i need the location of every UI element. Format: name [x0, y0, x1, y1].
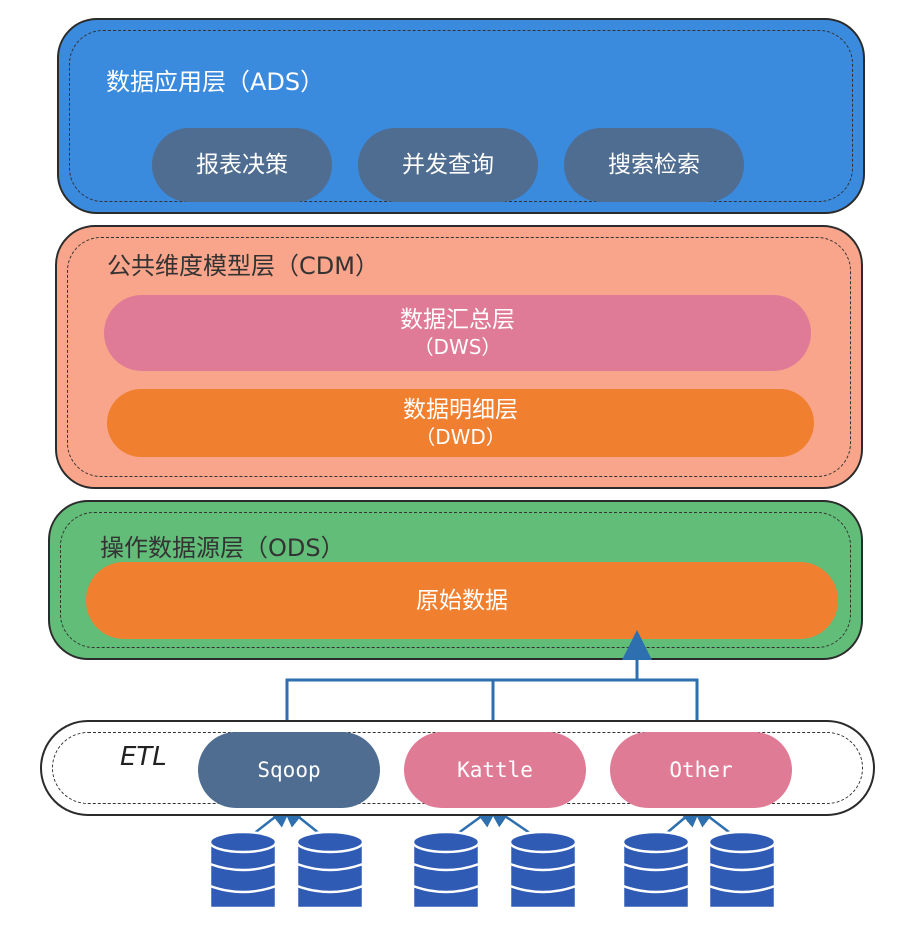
- database-icon: [411, 830, 481, 916]
- database-icon: [707, 830, 777, 916]
- etl-tool-kattle: Kattle: [404, 732, 586, 808]
- etl-layer: ETL Sqoop Kattle Other: [40, 720, 875, 816]
- database-icon: [508, 830, 578, 916]
- etl-label: ETL: [120, 742, 167, 772]
- etl-tool-label: Sqoop: [257, 758, 321, 782]
- database-icons: [208, 830, 777, 916]
- etl-tool-other: Other: [610, 732, 792, 808]
- database-icon: [295, 830, 365, 916]
- database-icon: [621, 830, 691, 916]
- etl-tool-label: Kattle: [457, 758, 533, 782]
- database-icon: [208, 830, 278, 916]
- etl-tool-sqoop: Sqoop: [198, 732, 380, 808]
- etl-tool-label: Other: [669, 758, 733, 782]
